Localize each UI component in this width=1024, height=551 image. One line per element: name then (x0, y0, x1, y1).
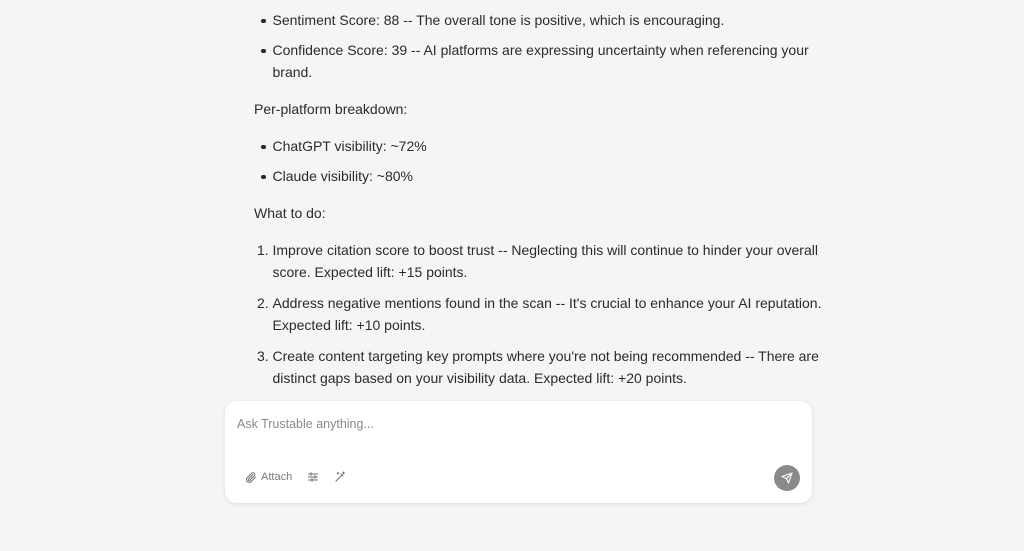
chat-input[interactable] (237, 413, 797, 435)
actions-list: 1. Improve citation score to boost trust… (254, 239, 824, 389)
breakdown-heading: Per-platform breakdown: (254, 101, 408, 117)
assistant-message: Sentiment Score: 88 -- The overall tone … (254, 9, 824, 398)
send-button[interactable] (774, 465, 800, 491)
list-item: Sentiment Score: 88 -- The overall tone … (254, 9, 824, 31)
sliders-icon (308, 472, 319, 482)
step-text: Improve citation score to boost trust --… (272, 242, 818, 280)
list-item: ChatGPT visibility: ~72% (254, 135, 824, 157)
chat-transcript[interactable]: Sentiment Score: 88 -- The overall tone … (254, 0, 824, 400)
magic-button[interactable] (334, 471, 346, 483)
step-number: 1. (257, 242, 269, 258)
list-item: 3. Create content targeting key prompts … (254, 345, 824, 389)
list-item: Confidence Score: 39 -- AI platforms are… (254, 39, 824, 83)
paperclip-icon (245, 471, 257, 483)
list-item: Claude visibility: ~80% (254, 165, 824, 187)
score-list: Sentiment Score: 88 -- The overall tone … (254, 9, 824, 83)
actions-heading: What to do: (254, 205, 326, 221)
step-number: 3. (257, 348, 269, 364)
settings-button[interactable] (307, 471, 319, 483)
send-icon (781, 472, 793, 484)
magic-wand-icon (335, 471, 346, 482)
chat-page: Sentiment Score: 88 -- The overall tone … (0, 0, 1024, 551)
message-composer: Attach (225, 401, 812, 503)
step-text: Create content targeting key prompts whe… (272, 348, 819, 386)
composer-toolbar: Attach (245, 467, 346, 487)
list-item: 2. Address negative mentions found in th… (254, 292, 824, 336)
platform-list: ChatGPT visibility: ~72% Claude visibili… (254, 135, 824, 187)
step-text: Address negative mentions found in the s… (272, 295, 822, 333)
list-item: 1. Improve citation score to boost trust… (254, 239, 824, 283)
step-number: 2. (257, 295, 269, 311)
attach-button[interactable]: Attach (245, 471, 292, 484)
attach-label: Attach (261, 471, 293, 483)
